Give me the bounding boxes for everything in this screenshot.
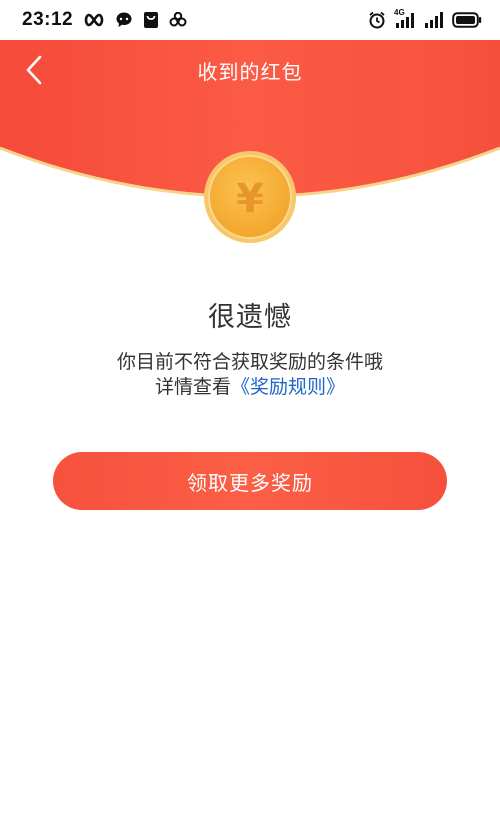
result-description: 你目前不符合获取奖励的条件哦 详情查看《奖励规则》 bbox=[0, 350, 500, 400]
result-title: 很遗憾 bbox=[208, 302, 292, 333]
claim-more-rewards-button[interactable]: 领取更多奖励 bbox=[53, 452, 447, 510]
signal-4g-icon: 4G bbox=[394, 8, 416, 30]
coin-icon: ¥ bbox=[203, 150, 297, 244]
back-button[interactable] bbox=[14, 50, 54, 90]
status-bar: 23:12 4G bbox=[0, 0, 500, 40]
reward-rules-link[interactable]: 《奖励规则》 bbox=[231, 376, 345, 398]
status-time: 23:12 bbox=[22, 9, 74, 30]
status-left-icons bbox=[83, 11, 187, 29]
page-title: 收到的红包 bbox=[197, 59, 303, 84]
screen: 23:12 4G 收到的红包 ¥ 很遗憾 你目前不符合获取奖励的条件哦 详情查看… bbox=[0, 0, 500, 826]
coin-symbol: ¥ bbox=[236, 176, 264, 222]
alarm-icon bbox=[368, 11, 386, 29]
status-right-icons: 4G bbox=[368, 8, 482, 30]
nav-bar: 收到的红包 bbox=[0, 40, 500, 100]
chevron-left-icon bbox=[26, 55, 42, 85]
infinity-icon bbox=[83, 13, 105, 27]
shopping-bag-icon bbox=[143, 11, 159, 29]
chat-bubble-icon bbox=[115, 11, 133, 29]
description-line-2: 详情查看《奖励规则》 bbox=[0, 375, 500, 400]
battery-icon bbox=[452, 12, 482, 28]
description-line-1: 你目前不符合获取奖励的条件哦 bbox=[116, 351, 383, 373]
signal-icon bbox=[424, 11, 444, 29]
clover-icon bbox=[169, 12, 187, 28]
description-prefix: 详情查看 bbox=[154, 376, 231, 398]
